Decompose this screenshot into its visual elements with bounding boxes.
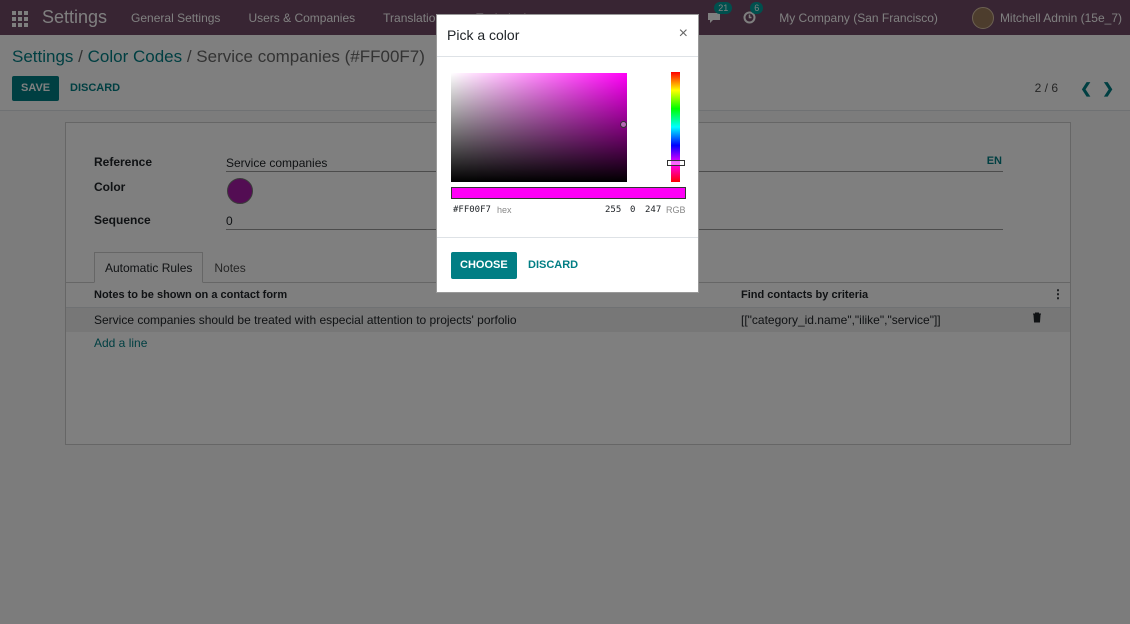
- close-icon[interactable]: ×: [679, 25, 688, 43]
- blue-input[interactable]: 247: [645, 205, 661, 215]
- saturation-value-area[interactable]: [451, 73, 627, 182]
- dialog-footer-divider: [437, 237, 698, 238]
- saturation-pointer[interactable]: [620, 121, 627, 128]
- rgb-label: RGB: [666, 205, 686, 215]
- color-preview: [451, 187, 686, 199]
- red-input[interactable]: 255: [605, 205, 621, 215]
- dialog-title: Pick a color: [447, 27, 520, 43]
- hex-input[interactable]: #FF00F7: [453, 205, 491, 215]
- color-picker-dialog: Pick a color × #FF00F7 hex 255 0 247 RGB…: [436, 14, 699, 293]
- green-input[interactable]: 0: [630, 205, 635, 215]
- choose-button[interactable]: CHOOSE: [451, 252, 517, 279]
- dialog-header: Pick a color ×: [437, 15, 698, 57]
- dialog-discard-button[interactable]: DISCARD: [528, 252, 578, 279]
- hue-pointer[interactable]: [667, 160, 685, 166]
- hex-label: hex: [497, 205, 512, 215]
